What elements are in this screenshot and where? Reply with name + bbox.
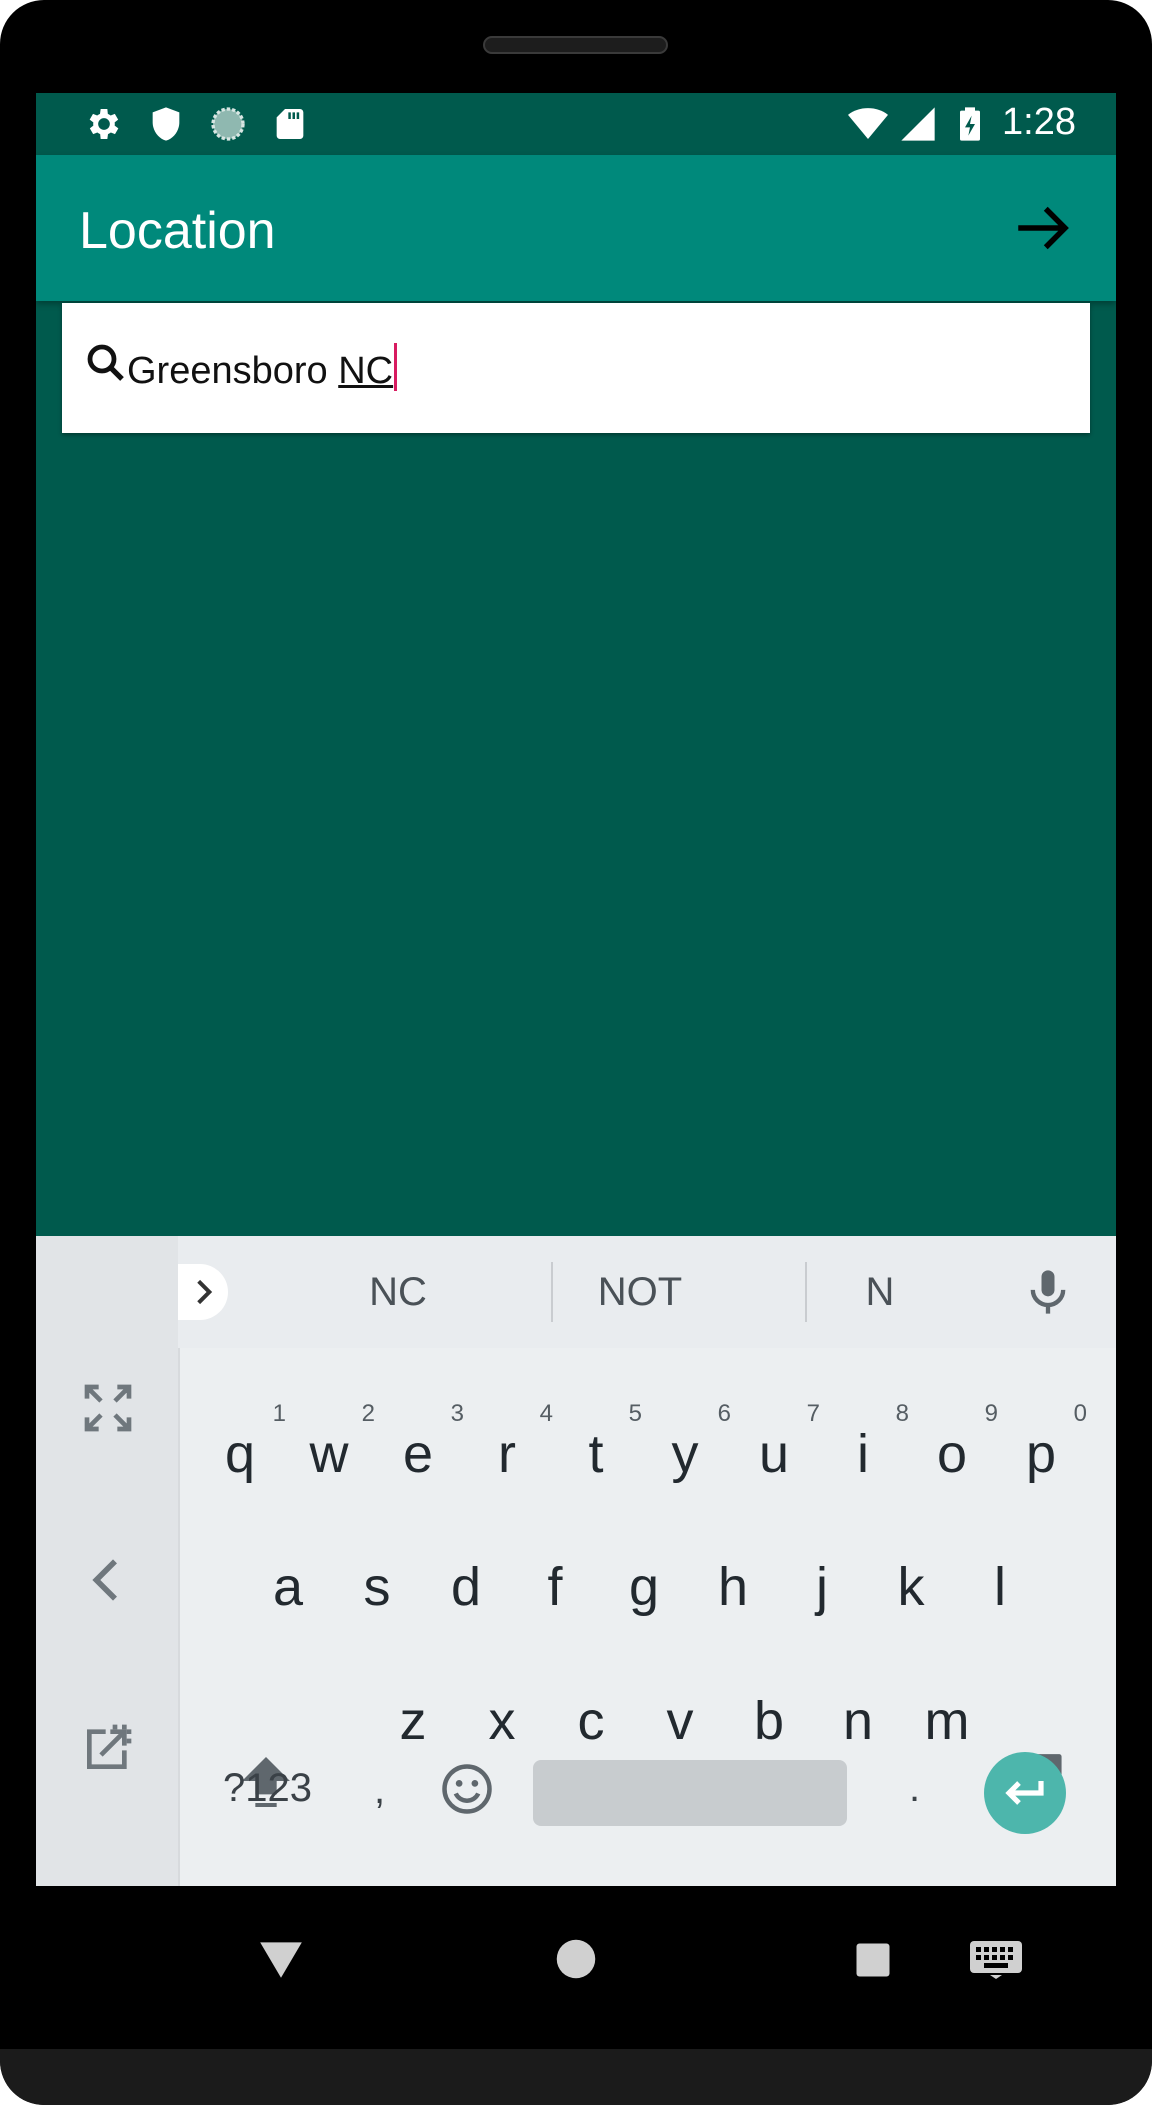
key-x[interactable]: x	[462, 1671, 542, 1771]
key-hint: 6	[717, 1400, 731, 1427]
key-f[interactable]: f	[515, 1537, 595, 1637]
chevron-left-icon[interactable]	[80, 1552, 136, 1608]
suggestion-1[interactable]: NC	[278, 1270, 518, 1315]
key-t[interactable]: t5	[556, 1402, 642, 1504]
key-r[interactable]: r4	[467, 1402, 553, 1504]
key-l[interactable]: l	[960, 1537, 1040, 1637]
text-caret	[394, 343, 398, 391]
key-hint: 4	[539, 1400, 553, 1427]
key-j[interactable]: j	[782, 1537, 862, 1637]
navigation-bar	[36, 1886, 1116, 2034]
key-letter: q	[224, 1424, 256, 1484]
key-a[interactable]: a	[248, 1537, 328, 1637]
key-letter: o	[936, 1424, 968, 1484]
space-bar[interactable]	[533, 1760, 847, 1826]
key-letter: w	[309, 1424, 349, 1484]
device-frame: 1:28 Location Greensboro NC NC NOT N q 1…	[0, 0, 1152, 2105]
earpiece-speaker	[483, 36, 668, 54]
status-time: 1:28	[1002, 101, 1076, 143]
key-letter: p	[1025, 1424, 1057, 1484]
key-letter: i	[857, 1424, 869, 1484]
key-letter: u	[758, 1424, 790, 1484]
key-p[interactable]: p0	[1001, 1402, 1087, 1504]
key-letter: t	[588, 1424, 604, 1484]
key-o[interactable]: o9	[912, 1402, 998, 1504]
key-hint: 5	[628, 1400, 642, 1427]
key-hint: 8	[895, 1400, 909, 1427]
app-bar: Location	[36, 155, 1116, 301]
arrow-right-icon[interactable]	[1010, 195, 1076, 261]
key-y[interactable]: y6	[645, 1402, 732, 1504]
key-u[interactable]: u7	[734, 1402, 820, 1504]
sd-card-icon	[276, 109, 304, 139]
key-d[interactable]: d	[426, 1537, 506, 1637]
enter-button[interactable]	[984, 1752, 1066, 1834]
device-chin	[0, 2049, 1152, 2105]
gear-icon	[89, 109, 119, 139]
key-s[interactable]: s	[337, 1537, 417, 1637]
key-w[interactable]: w2	[289, 1402, 376, 1504]
key-hint: 2	[361, 1400, 375, 1427]
key-b[interactable]: b	[729, 1671, 809, 1771]
suggestion-bar: NC NOT N	[178, 1236, 1116, 1348]
floating-keyboard-icon[interactable]	[80, 1720, 136, 1776]
screen: 1:28 Location Greensboro NC NC NOT N q 1…	[36, 93, 1116, 1886]
recents-icon[interactable]	[855, 1942, 891, 1978]
key-g[interactable]: g	[604, 1537, 684, 1637]
battery-charging-icon	[960, 107, 980, 141]
emoji-icon[interactable]	[440, 1762, 494, 1816]
key-i[interactable]: i8	[823, 1402, 909, 1504]
key-z[interactable]: z	[373, 1671, 453, 1771]
enter-icon	[1005, 1781, 1044, 1805]
suggestion-2[interactable]: NOT	[520, 1270, 760, 1315]
suggestion-3[interactable]: N	[760, 1270, 1000, 1315]
key-hint: 9	[984, 1400, 998, 1427]
key-hint: 7	[806, 1400, 820, 1427]
keyboard-switch-icon[interactable]	[968, 1938, 1024, 1980]
key-v[interactable]: v	[640, 1671, 720, 1771]
key-hint: 3	[450, 1400, 464, 1427]
key-c[interactable]: c	[551, 1671, 631, 1771]
microphone-icon[interactable]	[1022, 1266, 1074, 1318]
search-input[interactable]: Greensboro NC	[127, 343, 398, 393]
key-hint: 1	[272, 1400, 286, 1427]
key-e[interactable]: e3	[378, 1402, 464, 1504]
page-title: Location	[79, 202, 276, 260]
collapse-toolbar-button[interactable]	[178, 1264, 228, 1320]
search-icon	[87, 344, 124, 381]
period-key[interactable]: .	[909, 1766, 920, 1811]
fullscreen-icon[interactable]	[80, 1380, 136, 1436]
soft-keyboard: NC NOT N q1 w2 e3 r4 t5 y6 u7 i8 o9 p0 a…	[36, 1236, 1116, 1886]
signal-icon	[901, 107, 935, 141]
keyboard-side-panel	[36, 1236, 180, 1886]
search-text-committed: Greensboro	[127, 350, 339, 392]
back-icon[interactable]	[256, 1936, 306, 1982]
search-box[interactable]: Greensboro NC	[62, 303, 1090, 433]
status-bar: 1:28	[36, 93, 1116, 155]
wifi-icon	[848, 108, 888, 139]
key-h[interactable]: h	[693, 1537, 773, 1637]
loading-icon	[211, 107, 245, 141]
key-letter: y	[671, 1424, 699, 1484]
comma-key[interactable]: ,	[374, 1768, 385, 1813]
search-text-composing: NC	[338, 350, 394, 392]
key-n[interactable]: n	[818, 1671, 898, 1771]
key-letter: e	[402, 1424, 434, 1484]
shield-icon	[152, 107, 180, 141]
key-letter: r	[498, 1424, 516, 1484]
home-icon[interactable]	[555, 1938, 597, 1980]
symbols-key[interactable]: ?123	[223, 1766, 312, 1811]
key-hint: 0	[1073, 1400, 1087, 1427]
key-m[interactable]: m	[907, 1671, 987, 1771]
key-k[interactable]: k	[871, 1537, 951, 1637]
key-q[interactable]: q1	[200, 1402, 286, 1504]
chevron-right-icon	[197, 1279, 213, 1305]
